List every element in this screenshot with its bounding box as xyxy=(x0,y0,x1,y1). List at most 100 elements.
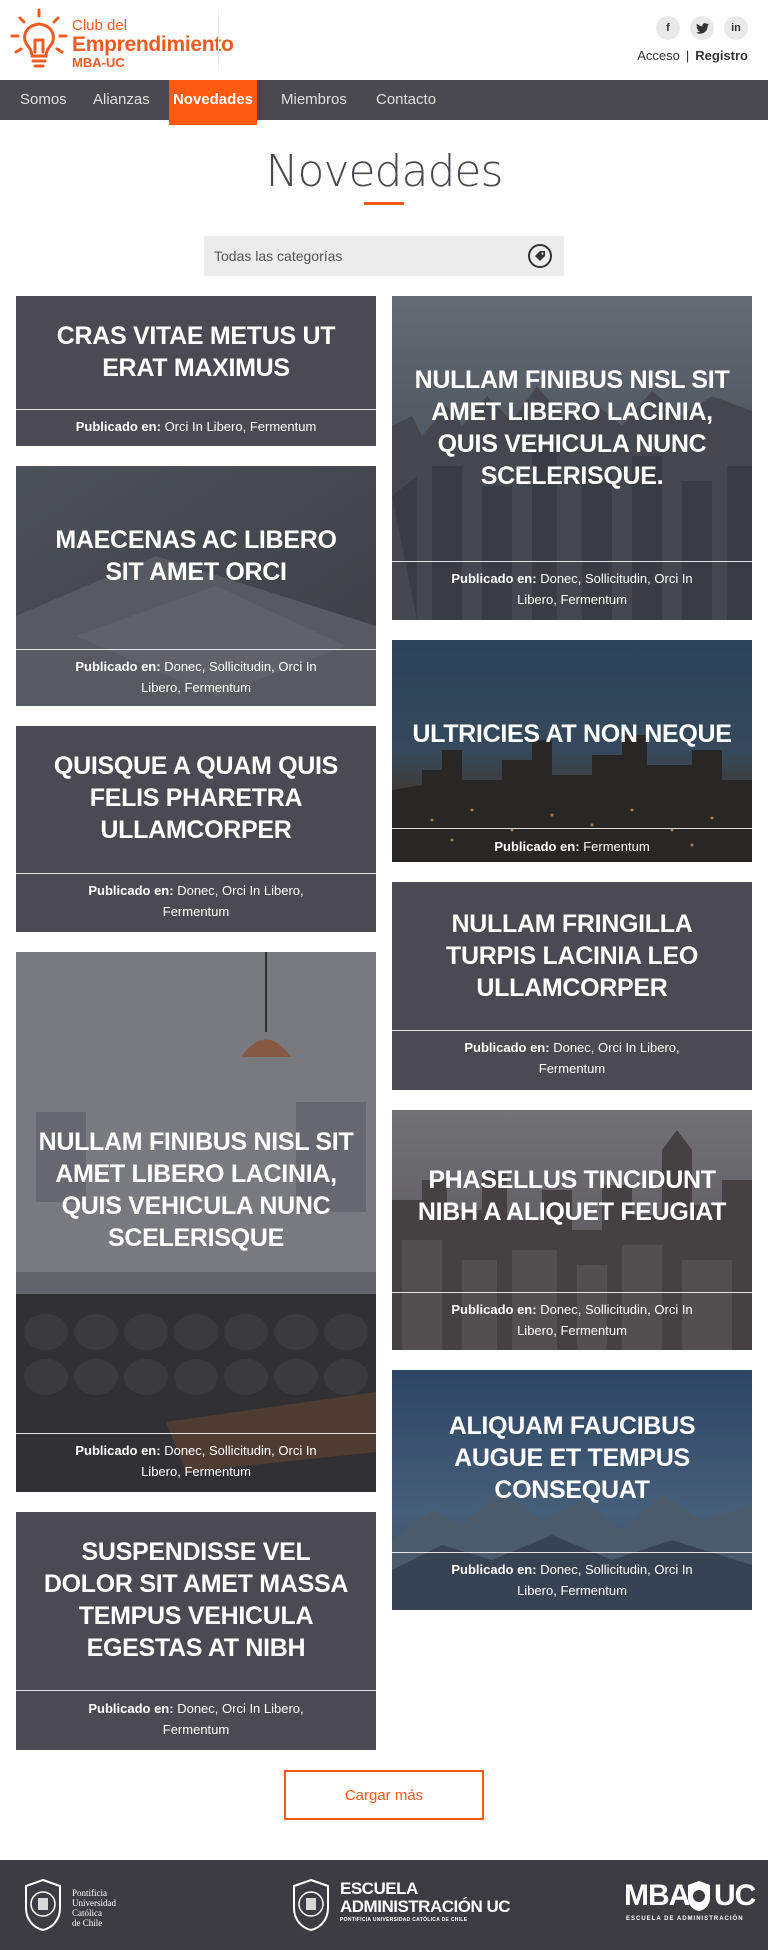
puc-line: de Chile xyxy=(72,1918,103,1928)
card-separator xyxy=(16,1433,376,1434)
card-title: NULLAM FINIBUS NISL SIT AMET LIBERO LACI… xyxy=(414,366,730,490)
card-meta-label: Publicado en: xyxy=(75,1443,161,1458)
tag-icon[interactable] xyxy=(528,244,552,268)
load-more-button[interactable]: Cargar más xyxy=(284,1770,484,1820)
logo-text: Club del Emprendimiento MBA-UC xyxy=(72,17,234,70)
auth-separator: | xyxy=(685,48,690,63)
card-meta-label: Publicado en: xyxy=(75,659,161,674)
nav-item-alianzas[interactable]: Alianzas xyxy=(93,80,150,120)
news-card[interactable]: SUSPENDISSE VEL DOLOR SIT AMET MASSA TEM… xyxy=(16,1512,376,1750)
card-meta-label: Publicado en: xyxy=(451,1562,537,1577)
card-meta: Publicado en: Donec, Orci In Libero, Fer… xyxy=(56,1698,336,1740)
news-card[interactable]: CRAS VITAE METUS UT ERAT MAXIMUS Publica… xyxy=(16,296,376,446)
card-separator xyxy=(16,1690,376,1691)
card-categories: Donec, Sollicitudin, Orci In Libero, Fer… xyxy=(517,571,693,607)
card-title: MAECENAS AC LIBERO SIT AMET ORCI xyxy=(55,526,337,586)
news-card[interactable]: MAECENAS AC LIBERO SIT AMET ORCI Publica… xyxy=(16,466,376,706)
mba-subtitle: ESCUELA DE ADMINISTRACIÓN xyxy=(626,1916,744,1922)
linkedin-icon[interactable]: in xyxy=(724,16,748,40)
register-link[interactable]: Registro xyxy=(695,48,748,63)
card-categories: Donec, Sollicitudin, Orci In Libero, Fer… xyxy=(517,1302,693,1338)
card-categories: Donec, Orci In Libero, Fermentum xyxy=(538,1040,680,1076)
card-title: NULLAM FRINGILLA TURPIS LACINIA LEO ULLA… xyxy=(445,910,698,1002)
card-meta: Publicado en: Orci In Libero, Fermentum xyxy=(56,416,336,437)
card-meta-label: Publicado en: xyxy=(88,883,174,898)
logo-divider xyxy=(218,10,219,70)
card-meta: Publicado en: Donec, Sollicitudin, Orci … xyxy=(56,656,336,698)
puc-line: Pontificia xyxy=(72,1888,107,1898)
logo-line1: Club del xyxy=(72,17,128,34)
news-card[interactable]: PHASELLUS TINCIDUNT NIBH A ALIQUET FEUGI… xyxy=(392,1110,752,1350)
site-header: Club del Emprendimiento MBA-UC f in Acce… xyxy=(0,0,768,80)
nav-item-miembros[interactable]: Miembros xyxy=(281,80,347,120)
card-title: CRAS VITAE METUS UT ERAT MAXIMUS xyxy=(56,322,336,382)
mba-seal-icon xyxy=(688,1881,710,1911)
card-meta: Publicado en: Donec, Sollicitudin, Orci … xyxy=(432,1299,712,1341)
card-separator xyxy=(392,561,752,562)
puc-name: Pontificia Universidad Católica de Chile xyxy=(72,1888,116,1928)
news-card[interactable]: NULLAM FRINGILLA TURPIS LACINIA LEO ULLA… xyxy=(392,882,752,1090)
card-categories: Donec, Sollicitudin, Orci In Libero, Fer… xyxy=(517,1562,693,1598)
news-card[interactable]: NULLAM FINIBUS NISL SIT AMET LIBERO LACI… xyxy=(16,952,376,1492)
nav-item-novedades[interactable]: Novedades xyxy=(169,80,257,125)
title-underline xyxy=(364,202,404,205)
escuela-line1: ESCUELA xyxy=(340,1879,418,1898)
puc-line: Universidad xyxy=(72,1898,116,1908)
logo-line2: Emprendimiento xyxy=(72,33,234,56)
card-title: ULTRICIES AT NON NEQUE xyxy=(412,720,732,748)
facebook-icon[interactable]: f xyxy=(656,16,680,40)
card-categories: Fermentum xyxy=(583,839,650,854)
card-meta: Publicado en: Donec, Sollicitudin, Orci … xyxy=(432,1559,712,1601)
puc-line: Católica xyxy=(72,1908,102,1918)
escuela-line3: PONTIFICIA UNIVERSIDAD CATÓLICA DE CHILE xyxy=(340,1917,468,1923)
logo-line3: MBA-UC xyxy=(72,55,125,70)
auth-links: Acceso | Registro xyxy=(637,48,748,63)
news-card[interactable]: QUISQUE A QUAM QUIS FELIS PHARETRA ULLAM… xyxy=(16,726,376,932)
card-meta-label: Publicado en: xyxy=(75,419,161,434)
card-meta: Publicado en: Donec, Orci In Libero, Fer… xyxy=(432,1037,712,1079)
news-card[interactable]: NULLAM FINIBUS NISL SIT AMET LIBERO LACI… xyxy=(392,296,752,620)
card-categories: Donec, Orci In Libero, Fermentum xyxy=(162,1701,304,1737)
escuela-name: ESCUELA ADMINISTRACIÓN UC PONTIFICIA UNI… xyxy=(340,1879,511,1924)
card-meta-label: Publicado en: xyxy=(451,1302,537,1317)
card-meta: Publicado en: Donec, Sollicitudin, Orci … xyxy=(56,1440,336,1482)
news-card[interactable]: ALIQUAM FAUCIBUS AUGUE ET TEMPUS CONSEQU… xyxy=(392,1370,752,1610)
card-categories: Orci In Libero, Fermentum xyxy=(164,419,317,434)
card-separator xyxy=(392,1030,752,1031)
card-separator xyxy=(392,1552,752,1553)
escuela-seal-icon xyxy=(293,1878,329,1932)
main-nav: Somos Alianzas Novedades Miembros Contac… xyxy=(0,80,768,125)
card-meta: Publicado en: Donec, Orci In Libero, Fer… xyxy=(56,880,336,922)
page-title: Novedades xyxy=(265,146,504,197)
card-meta-label: Publicado en: xyxy=(464,1040,550,1055)
uc-text: UC xyxy=(714,1879,756,1912)
card-meta-label: Publicado en: xyxy=(494,839,580,854)
card-meta-label: Publicado en: xyxy=(451,571,537,586)
nav-item-contacto[interactable]: Contacto xyxy=(376,80,436,120)
login-link[interactable]: Acceso xyxy=(637,48,680,63)
social-links: f in xyxy=(656,16,748,40)
card-title: QUISQUE A QUAM QUIS FELIS PHARETRA ULLAM… xyxy=(53,752,339,844)
card-separator xyxy=(16,649,376,650)
card-separator xyxy=(392,828,752,829)
twitter-icon[interactable] xyxy=(690,16,714,40)
card-categories: Donec, Sollicitudin, Orci In Libero, Fer… xyxy=(141,1443,317,1479)
category-filter-value: Todas las categorías xyxy=(214,248,343,264)
card-categories: Donec, Orci In Libero, Fermentum xyxy=(162,883,304,919)
club-logo[interactable]: Club del Emprendimiento MBA-UC xyxy=(10,8,234,72)
card-meta: Publicado en: Donec, Sollicitudin, Orci … xyxy=(432,568,712,610)
escuela-line2: ADMINISTRACIÓN UC xyxy=(340,1897,511,1916)
card-separator xyxy=(392,1292,752,1293)
card-categories: Donec, Sollicitudin, Orci In Libero, Fer… xyxy=(141,659,317,695)
puc-seal-icon xyxy=(25,1878,61,1932)
lightbulb-logo-icon xyxy=(10,8,68,68)
card-title: SUSPENDISSE VEL DOLOR SIT AMET MASSA TEM… xyxy=(43,1538,349,1662)
nav-item-somos[interactable]: Somos xyxy=(20,80,67,120)
card-title: NULLAM FINIBUS NISL SIT AMET LIBERO LACI… xyxy=(38,1128,354,1252)
site-footer: Pontificia Universidad Católica de Chile… xyxy=(0,1860,768,1950)
category-filter[interactable]: Todas las categorías xyxy=(204,236,564,276)
mba-text: MBA xyxy=(624,1879,690,1912)
card-meta-label: Publicado en: xyxy=(88,1701,174,1716)
card-separator xyxy=(16,409,376,410)
news-card[interactable]: ULTRICIES AT NON NEQUE Publicado en: Fer… xyxy=(392,640,752,862)
